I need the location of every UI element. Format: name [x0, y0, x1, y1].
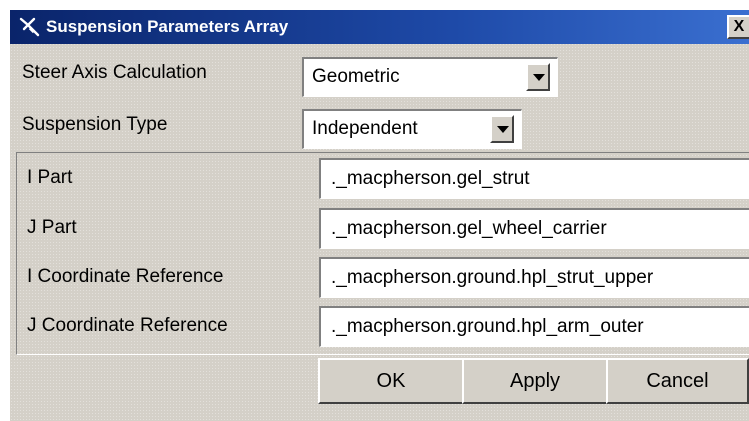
title-bar[interactable]: Suspension Parameters Array X [10, 10, 749, 44]
suspension-type-value: Independent [312, 118, 418, 139]
steer-axis-value: Geometric [312, 66, 400, 87]
window-title: Suspension Parameters Array [46, 17, 289, 36]
j-part-field[interactable]: ._macpherson.gel_wheel_carrier [319, 208, 749, 249]
cancel-button[interactable]: Cancel [606, 358, 749, 404]
suspension-app-icon [19, 17, 40, 37]
chevron-down-icon[interactable] [490, 115, 514, 143]
close-button[interactable]: X [727, 15, 749, 39]
parameters-group: I Part ._macpherson.gel_strut J Part ._m… [16, 152, 749, 355]
apply-button[interactable]: Apply [462, 358, 608, 404]
chevron-down-icon[interactable] [526, 63, 550, 91]
j-coordinate-reference-field[interactable]: ._macpherson.ground.hpl_arm_outer [319, 306, 749, 347]
j-part-label: J Part [27, 217, 77, 238]
suspension-type-label: Suspension Type [22, 114, 168, 135]
suspension-type-dropdown[interactable]: Independent [302, 109, 522, 149]
i-part-field[interactable]: ._macpherson.gel_strut [319, 158, 749, 199]
ok-button[interactable]: OK [318, 358, 464, 404]
suspension-parameters-dialog: Suspension Parameters Array X Steer Axis… [10, 10, 749, 421]
i-part-label: I Part [27, 167, 73, 188]
i-coordinate-reference-label: I Coordinate Reference [27, 266, 224, 287]
steer-axis-dropdown[interactable]: Geometric [302, 57, 558, 97]
steer-axis-label: Steer Axis Calculation [22, 62, 207, 83]
j-coordinate-reference-label: J Coordinate Reference [27, 315, 228, 336]
i-coordinate-reference-field[interactable]: ._macpherson.ground.hpl_strut_upper [319, 257, 749, 298]
